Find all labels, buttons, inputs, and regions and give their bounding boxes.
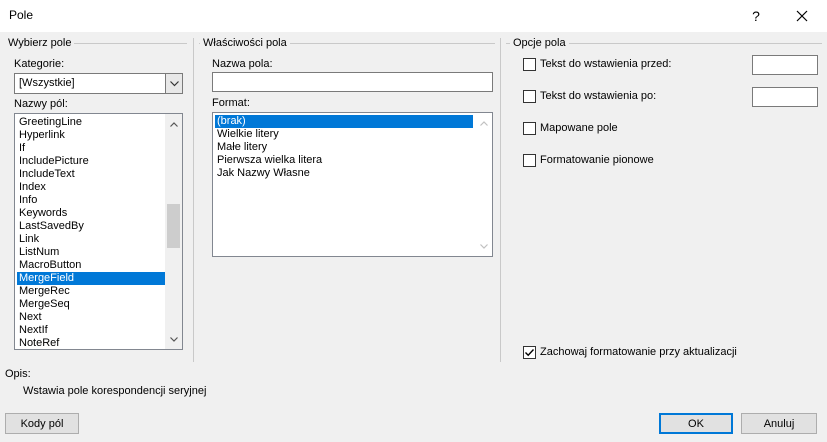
list-item[interactable]: Jak Nazwy Własne [215,167,473,180]
close-button[interactable] [788,4,816,28]
list-item[interactable]: Link [17,233,165,246]
format-scroll-down-button [475,238,492,254]
field-name-label: Nazwa pola: [212,58,273,70]
field-names-list[interactable]: GreetingLine Hyperlink If IncludePicture Inc… [14,113,183,350]
window-title: Pole [9,8,34,22]
list-item[interactable]: MergeField [17,272,165,285]
list-item[interactable]: Małe litery [215,141,473,154]
text-before-checkbox[interactable] [523,58,536,71]
chevron-down-icon [479,243,488,249]
list-item[interactable]: MergeRec [17,285,165,298]
preserve-format-label[interactable]: Zachowaj formatowanie przy aktualizacji [540,346,737,358]
list-item[interactable]: Wielkie litery [215,128,473,141]
mapped-field-checkbox[interactable] [523,122,536,135]
text-before-label[interactable]: Tekst do wstawienia przed: [540,58,671,70]
format-list[interactable]: (brak) Wielkie litery Małe litery Pierwsza … [212,112,493,257]
chevron-up-icon [169,121,178,127]
ok-button[interactable]: OK [659,413,733,434]
field-name-input[interactable] [212,72,493,92]
chevron-up-icon [479,120,488,126]
text-after-checkbox[interactable] [523,90,536,103]
list-item[interactable]: IncludeText [17,168,165,181]
field-properties-group-label: Właściwości pola [200,37,290,49]
mapped-field-label[interactable]: Mapowane pole [540,122,618,134]
list-item[interactable]: Keywords [17,207,165,220]
category-value: [Wszystkie] [19,77,75,89]
cancel-button[interactable]: Anuluj [741,413,817,434]
scroll-up-button[interactable] [165,116,182,132]
title-bar [0,0,827,32]
list-item[interactable]: (brak) [215,115,473,128]
list-item[interactable]: IncludePicture [17,155,165,168]
list-item[interactable]: NoteRef [17,337,165,349]
list-item[interactable]: GreetingLine [17,116,165,129]
list-item[interactable]: Pierwsza wielka litera [215,154,473,167]
vertical-format-checkbox[interactable] [523,154,536,167]
checkmark-icon [525,349,535,357]
list-item[interactable]: Index [17,181,165,194]
format-scroll-up-button [475,115,492,131]
text-after-label[interactable]: Tekst do wstawienia po: [540,90,656,102]
vertical-format-label[interactable]: Formatowanie pionowe [540,154,654,166]
description-text: Wstawia pole korespondencji seryjnej [23,385,207,397]
scroll-thumb[interactable] [167,204,180,248]
description-label: Opis: [5,368,31,380]
close-icon [796,10,808,22]
list-item[interactable]: Hyperlink [17,129,165,142]
text-after-input[interactable] [752,87,818,107]
category-dropdown-button[interactable] [165,74,182,93]
field-names-label: Nazwy pól: [14,98,68,110]
list-item[interactable]: MergeSeq [17,298,165,311]
category-label: Kategorie: [14,58,65,70]
choose-field-group-label: Wybierz pole [5,37,75,49]
field-names-scrollbar[interactable] [165,114,182,349]
help-button[interactable]: ? [742,4,770,28]
field-options-group-label: Opcje pola [510,37,569,49]
list-item[interactable]: MacroButton [17,259,165,272]
chevron-down-icon [169,80,179,86]
group-separator-left [193,38,194,362]
list-item[interactable]: ListNum [17,246,165,259]
help-icon: ? [752,8,760,24]
text-before-input[interactable] [752,55,818,75]
scroll-down-button[interactable] [165,331,182,347]
format-label: Format: [212,97,250,109]
list-item[interactable]: Info [17,194,165,207]
group-separator-right [500,38,501,362]
category-combobox[interactable]: [Wszystkie] [14,73,183,94]
list-item[interactable]: If [17,142,165,155]
list-item[interactable]: LastSavedBy [17,220,165,233]
list-item[interactable]: Next [17,311,165,324]
preserve-format-checkbox[interactable] [523,346,536,359]
list-item[interactable]: NextIf [17,324,165,337]
field-codes-button[interactable]: Kody pól [5,413,79,434]
chevron-down-icon [169,336,178,342]
format-scrollbar [475,113,492,256]
